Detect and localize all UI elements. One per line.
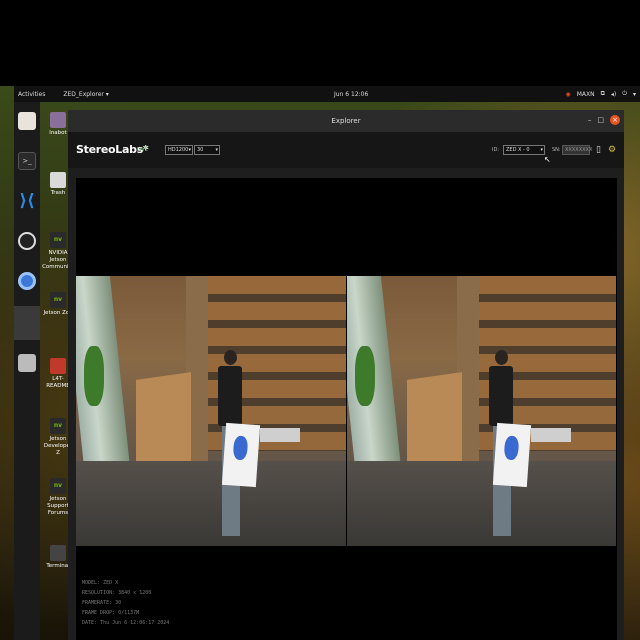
window-title: Explorer (331, 117, 361, 125)
window-titlebar[interactable]: Explorer – □ × (68, 110, 624, 132)
system-tray[interactable]: ◉ MAXN ⧉ ◂) ⏻ ▾ (565, 90, 636, 98)
live-status-badge: LIVE (137, 147, 148, 153)
resolution-info: RESOLUTION: 3840 x 1200 (82, 590, 152, 596)
home-folder-icon (50, 112, 66, 128)
chromium-icon[interactable] (18, 272, 36, 290)
explorer-window: Explorer – □ × StereoLabs* LIVE HD1200 ▾… (68, 110, 624, 640)
chevron-down-icon: ▾ (188, 147, 191, 153)
folder-icon (50, 358, 66, 374)
nvidia-icon: nv (50, 232, 66, 248)
serial-label: SN: (552, 147, 561, 153)
chevron-down-icon: ▾ (215, 147, 218, 153)
dock: >_ ⟩⟨ (14, 102, 40, 640)
serial-number-field[interactable]: XXXXXXXX (562, 145, 592, 155)
camera-info-panel: MODEL: ZED X RESOLUTION: 3840 x 1200 FRA… (82, 578, 169, 628)
desktop-icon-label: Terminal (46, 563, 70, 569)
chevron-down-icon[interactable]: ▾ (633, 91, 636, 98)
fps-select[interactable]: 30 ▾ (194, 145, 220, 155)
trash-icon (50, 172, 66, 188)
resolution-value: HD1200 (168, 147, 189, 153)
clock[interactable]: Jun 6 12:06 (334, 91, 368, 98)
chevron-down-icon: ▾ (540, 147, 543, 153)
nvidia-icon: nv (50, 292, 66, 308)
vscode-icon[interactable]: ⟩⟨ (18, 192, 36, 210)
date-info: DATE: Thu Jun 6 12:06:17 2024 (82, 620, 170, 626)
mouse-cursor-icon: ↖ (544, 155, 551, 164)
desktop-icon-label: Jetson Support Forums (47, 496, 69, 516)
terminal-icon (50, 545, 66, 561)
framerate-info: FRAMERATE: 30 (82, 600, 122, 606)
viewer-area: MODEL: ZED X RESOLUTION: 3840 x 1200 FRA… (76, 178, 617, 640)
frame-drop-info: FRAME DROP: 0/1137M (82, 610, 140, 616)
battery-icon[interactable]: ▯ (596, 144, 606, 156)
app-toolbar: StereoLabs* LIVE HD1200 ▾ 30 ▾ ID: ZED X… (68, 132, 624, 168)
desktop-icon-label: Trash (50, 190, 66, 196)
model-info: MODEL: ZED X (82, 580, 119, 586)
desktop-icon-label: L4T-README (46, 376, 70, 389)
stereo-view (76, 276, 617, 546)
desktop-icon-label: lnabot (49, 130, 67, 136)
resolution-select[interactable]: HD1200 ▾ (165, 145, 193, 155)
network-icon[interactable]: ⧉ (601, 90, 605, 98)
camera-id-value: ZED X - 0 (506, 147, 530, 153)
volume-icon[interactable]: ◂) (611, 91, 616, 98)
camera-id-label: ID: (492, 147, 500, 153)
files-icon[interactable] (18, 112, 36, 130)
activities-button[interactable]: Activities (18, 91, 45, 98)
fps-value: 30 (197, 147, 204, 153)
close-icon[interactable]: × (610, 115, 620, 125)
nvidia-icon: nv (50, 478, 66, 494)
camera-id-select[interactable]: ZED X - 0 ▾ (503, 145, 545, 155)
drive-icon[interactable] (18, 354, 36, 372)
nvidia-icon: nv (50, 418, 66, 434)
zed-explorer-dock-item[interactable] (14, 306, 40, 340)
power-icon[interactable]: ⏻ (622, 90, 627, 98)
terminal-icon[interactable]: >_ (18, 152, 36, 170)
nvidia-icon[interactable]: ◉ (565, 91, 570, 98)
left-camera-frame (76, 276, 346, 546)
obs-icon[interactable] (18, 232, 36, 250)
window-controls: – □ × (588, 115, 620, 125)
maximize-icon[interactable]: □ (597, 116, 604, 124)
minimize-icon[interactable]: – (588, 116, 592, 124)
app-menu[interactable]: ZED_Explorer ▾ (63, 91, 108, 98)
right-camera-frame (346, 276, 616, 546)
gear-icon[interactable]: ⚙ (608, 144, 618, 156)
power-mode-label[interactable]: MAXN (577, 91, 595, 98)
top-bar: Activities ZED_Explorer ▾ Jun 6 12:06 ◉ … (14, 86, 640, 102)
